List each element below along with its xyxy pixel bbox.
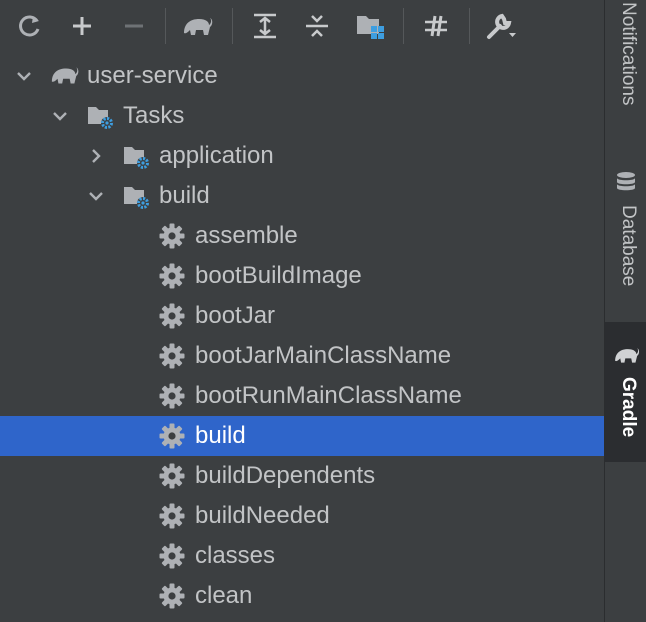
gear-icon [158, 542, 186, 570]
gradle-tab-label: Gradle [618, 377, 639, 438]
tree-task-item[interactable]: bootJar [0, 296, 604, 336]
task-folder-icon [86, 102, 114, 130]
add-icon[interactable] [64, 8, 100, 44]
chevron-right-icon[interactable] [86, 146, 106, 166]
collapse-all-icon[interactable] [299, 8, 335, 44]
tree-node-group-build-label: build [159, 182, 210, 209]
gear-icon [158, 222, 186, 250]
tree-task-item-label: bootJarMainClassName [195, 342, 452, 369]
database-tab-label: Database [618, 205, 639, 287]
notifications-tab-label: Notifications [618, 2, 639, 106]
gear-icon [158, 422, 186, 450]
right-tool-window-bar: Notifications Database Gradle [604, 0, 646, 622]
tree-task-item-label: assemble [195, 222, 298, 249]
tree-task-item[interactable]: bootRunMainClassName [0, 376, 604, 416]
tree-task-item[interactable]: bootJarMainClassName [0, 336, 604, 376]
chevron-down-icon[interactable] [50, 106, 70, 126]
tree-task-item[interactable]: buildDependents [0, 456, 604, 496]
tree-node-tasks-label: Tasks [123, 102, 185, 129]
database-tab[interactable]: Database [605, 165, 646, 310]
tree-task-item[interactable]: assemble [0, 216, 604, 256]
gear-icon [158, 462, 186, 490]
tree-task-item-label: buildDependents [195, 462, 376, 489]
tree-node-tasks[interactable]: Tasks [0, 96, 604, 136]
tree-node-group-build[interactable]: build [0, 176, 604, 216]
gear-icon [158, 582, 186, 610]
tree-task-item-label: bootRunMainClassName [195, 382, 462, 409]
gear-icon [158, 262, 186, 290]
database-icon [617, 172, 635, 191]
expand-all-icon[interactable] [247, 8, 283, 44]
tree-node-project-label: user-service [87, 62, 218, 89]
group-modules-icon[interactable] [352, 8, 388, 44]
tree-node-group-application-label: application [159, 142, 274, 169]
gradle-tab[interactable]: Gradle [605, 322, 646, 462]
tree-task-item-label: bootBuildImage [195, 262, 362, 289]
chevron-down-icon[interactable] [86, 186, 106, 206]
gradle-toolbar [0, 0, 604, 52]
task-folder-icon [122, 182, 150, 210]
gear-icon [158, 302, 186, 330]
remove-icon[interactable] [116, 8, 152, 44]
gradle-elephant-icon[interactable] [180, 8, 216, 44]
tree-node-group-application[interactable]: application [0, 136, 604, 176]
tree-task-item[interactable]: classes [0, 536, 604, 576]
chevron-down-icon[interactable] [14, 66, 34, 86]
task-folder-icon [122, 142, 150, 170]
gear-icon [158, 342, 186, 370]
notifications-tab[interactable]: Notifications [605, 0, 646, 140]
tree-task-item[interactable]: bootBuildImage [0, 256, 604, 296]
tree-task-item[interactable]: build [0, 416, 604, 456]
tree-task-item[interactable]: buildNeeded [0, 496, 604, 536]
settings-wrench-icon[interactable] [484, 8, 520, 44]
gradle-task-tree: user-service Tasks application build assembl… [0, 56, 604, 622]
tree-task-item-label: clean [195, 582, 253, 609]
tree-task-item-label: bootJar [195, 302, 276, 329]
refresh-icon[interactable] [12, 8, 48, 44]
gradle-elephant-icon [50, 62, 79, 90]
toggle-offline-icon[interactable] [418, 8, 454, 44]
tree-task-item-label: build [195, 422, 246, 449]
gear-icon [158, 502, 186, 530]
tree-node-project[interactable]: user-service [0, 56, 604, 96]
gear-icon [158, 382, 186, 410]
tree-task-item-label: classes [195, 542, 276, 569]
tree-task-item-label: buildNeeded [195, 502, 330, 529]
gradle-elephant-icon [615, 348, 640, 363]
tree-task-item[interactable]: clean [0, 576, 604, 616]
